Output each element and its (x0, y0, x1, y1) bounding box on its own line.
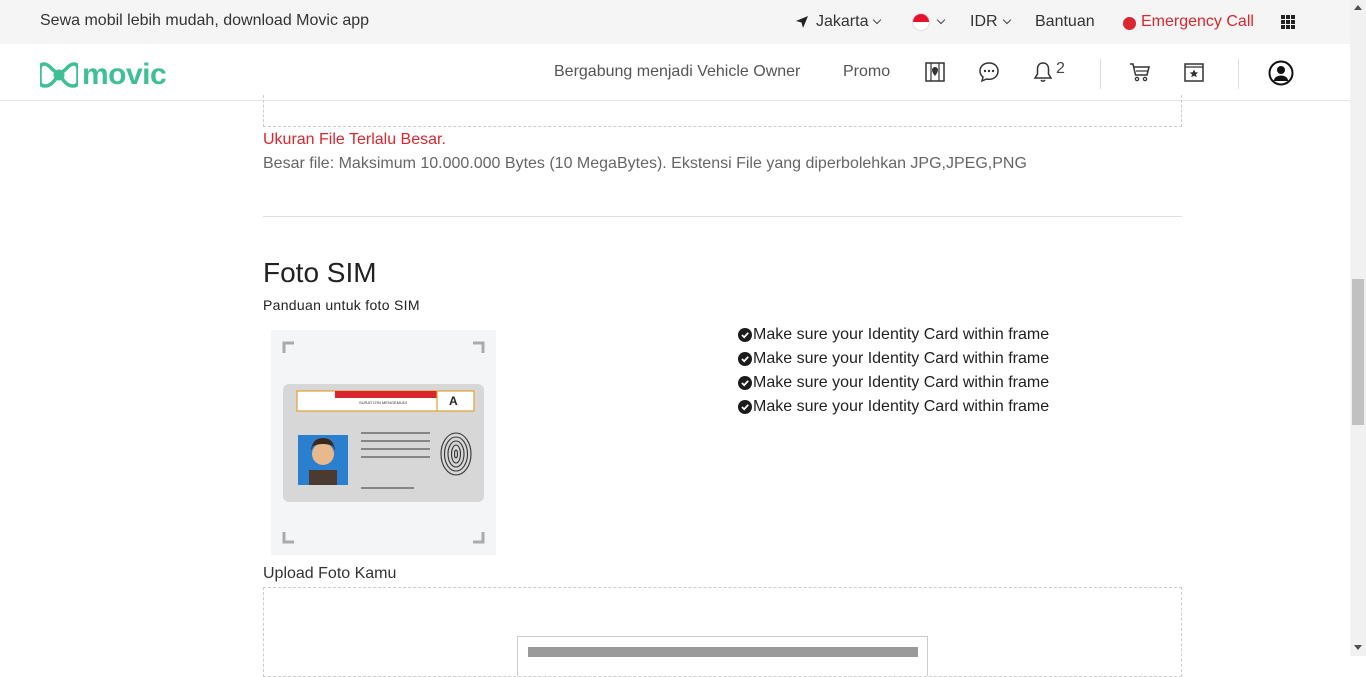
help-link[interactable]: Bantuan (1035, 0, 1095, 44)
checklist-item: Make sure your Identity Card within fram… (738, 371, 1049, 395)
join-vehicle-owner-link[interactable]: Bergabung menjadi Vehicle Owner (554, 63, 800, 81)
profile-icon[interactable] (1268, 60, 1294, 91)
nav-divider (1100, 59, 1101, 89)
app-promo-text[interactable]: Sewa mobil lebih mudah, download Movic a… (40, 12, 369, 30)
notification-count: 2 (1056, 60, 1065, 77)
currency-selector[interactable]: IDR (970, 0, 1011, 44)
sim-sample-image: SURAT IZIN MENGEMUDI A (271, 330, 496, 555)
location-label: Jakarta (816, 13, 869, 30)
promo-link[interactable]: Promo (843, 63, 890, 81)
chat-icon[interactable] (978, 61, 1000, 88)
indonesia-flag-icon (912, 13, 930, 31)
checklist-text: Make sure your Identity Card within fram… (753, 326, 1050, 343)
location-selector[interactable]: Jakarta (795, 0, 882, 44)
help-label: Bantuan (1035, 13, 1095, 30)
card-title-text: SURAT IZIN MENGEMUDI (359, 400, 407, 405)
grid-icon (1281, 15, 1295, 29)
guide-label: Panduan untuk foto SIM (263, 297, 420, 313)
checklist-item: Make sure your Identity Card within fram… (738, 347, 1049, 371)
nav-divider (1238, 59, 1239, 89)
cart-icon[interactable] (1129, 61, 1151, 88)
main-nav: movic Bergabung menjadi Vehicle Owner Pr… (0, 44, 1350, 101)
checklist-text: Make sure your Identity Card within fram… (753, 398, 1050, 415)
chevron-down-icon (873, 15, 882, 25)
previous-upload-dropzone[interactable] (263, 95, 1182, 127)
checklist-text: Make sure your Identity Card within fram… (753, 350, 1050, 367)
scroll-down-arrow-icon[interactable] (1354, 645, 1362, 650)
currency-label: IDR (970, 13, 998, 30)
notification-button[interactable]: 2 (1032, 60, 1065, 83)
checklist-item: Make sure your Identity Card within fram… (738, 323, 1049, 347)
card-class-text: A (449, 394, 458, 408)
check-circle-icon (738, 400, 752, 414)
logo-wordmark: movic (82, 58, 167, 91)
navigation-arrow-icon (796, 16, 808, 28)
emergency-label: Emergency Call (1141, 13, 1254, 30)
checklist-text: Make sure your Identity Card within fram… (753, 374, 1050, 391)
section-divider (263, 216, 1182, 217)
emergency-call-link[interactable]: Emergency Call (1123, 0, 1254, 44)
checklist-item: Make sure your Identity Card within fram… (738, 395, 1049, 419)
check-circle-icon (738, 352, 752, 366)
check-circle-icon (738, 328, 752, 342)
map-pin-icon[interactable] (925, 61, 945, 88)
section-title: Foto SIM (263, 257, 377, 288)
upload-label: Upload Foto Kamu (263, 565, 397, 582)
chevron-down-icon (1002, 15, 1011, 25)
file-size-hint: Besar file: Maksimum 10.000.000 Bytes (1… (263, 155, 1027, 172)
language-selector[interactable] (912, 0, 946, 44)
apps-menu-button[interactable] (1281, 0, 1295, 44)
bell-icon (1033, 62, 1053, 82)
profile-verification-content: Ukuran File Terlalu Besar. Besar file: M… (0, 95, 1350, 677)
top-bar: Sewa mobil lebih mudah, download Movic a… (0, 0, 1350, 44)
movic-logo-icon (40, 62, 78, 88)
emergency-icon (1123, 16, 1136, 30)
guide-checklist: Make sure your Identity Card within fram… (738, 323, 1049, 419)
file-size-error: Ukuran File Terlalu Besar. (263, 131, 446, 148)
check-circle-icon (738, 376, 752, 390)
chevron-down-icon (936, 15, 946, 25)
uploaded-image-preview[interactable] (517, 636, 928, 676)
scroll-up-arrow-icon[interactable] (1354, 5, 1362, 10)
movic-logo[interactable]: movic (40, 58, 167, 92)
favorites-icon[interactable] (1183, 61, 1205, 88)
scrollbar-thumb[interactable] (1352, 279, 1364, 425)
